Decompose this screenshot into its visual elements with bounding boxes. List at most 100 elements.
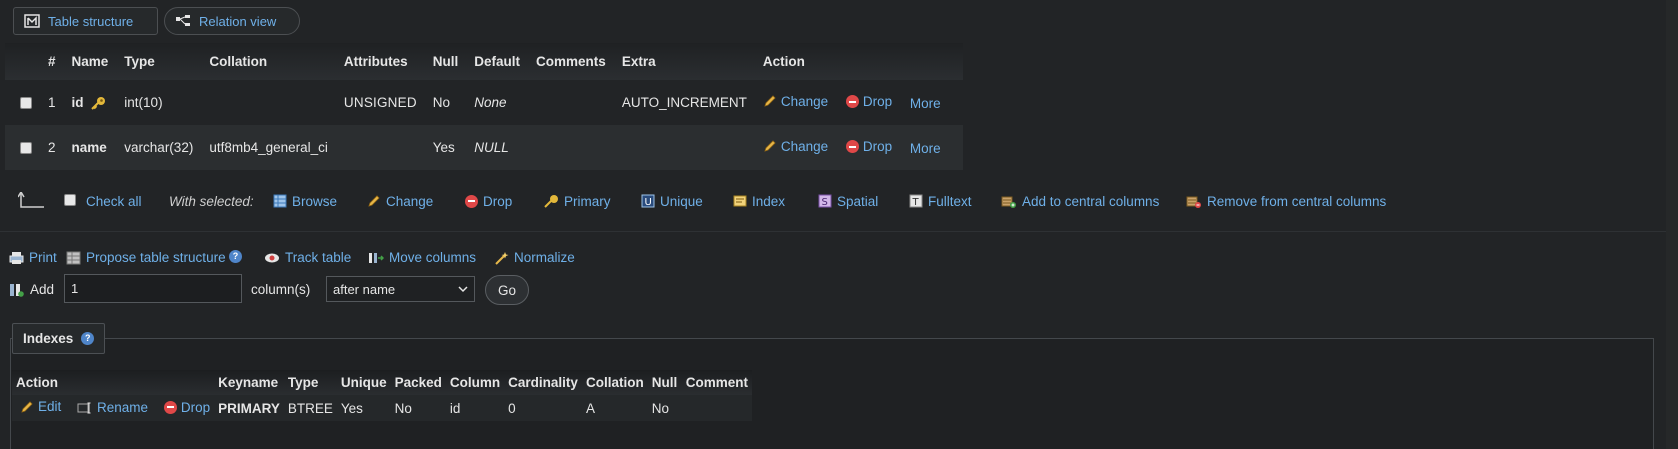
- row-null: Yes: [424, 125, 467, 170]
- primary-key-icon: [91, 97, 106, 110]
- drop-icon: [465, 194, 478, 208]
- row-extra: [613, 125, 755, 170]
- idx-header-comment: Comment: [681, 370, 752, 395]
- chevron-down-icon: [458, 286, 468, 293]
- more-dropdown[interactable]: More: [910, 96, 941, 111]
- header-name: Name: [63, 43, 117, 80]
- pencil-icon: [21, 401, 33, 413]
- spatial-button[interactable]: S Spatial: [818, 194, 878, 209]
- propose-structure-button[interactable]: Propose table structure: [66, 250, 226, 265]
- indexes-legend: Indexes ?: [12, 323, 106, 354]
- table-row: Edit Rename Drop PRIMARY BTREE Yes No id…: [12, 395, 752, 421]
- relation-icon: [176, 15, 190, 26]
- magic-wand-icon: [495, 251, 509, 265]
- go-button[interactable]: Go: [485, 275, 529, 305]
- browse-icon: [273, 194, 287, 208]
- more-dropdown[interactable]: More: [910, 141, 941, 156]
- header-default: Default: [466, 43, 529, 80]
- idx-null: No: [647, 395, 682, 421]
- indexes-help-icon[interactable]: ?: [81, 332, 95, 345]
- remove-central-columns-button[interactable]: Remove from central columns: [1186, 194, 1386, 209]
- column-count-input[interactable]: 1: [64, 274, 242, 303]
- indexes-table: Action Keyname Type Unique Packed Column…: [12, 370, 752, 421]
- row-num: 2: [40, 125, 64, 170]
- header-num: #: [40, 43, 64, 80]
- eye-icon: [265, 253, 279, 262]
- table-structure-icon: [24, 14, 40, 28]
- pencil-icon: [368, 195, 380, 207]
- drop-selected-button[interactable]: Drop: [465, 194, 512, 209]
- idx-header-null: Null: [647, 370, 682, 395]
- row-type: varchar(32): [116, 125, 202, 170]
- columns-unit-label: column(s): [251, 282, 311, 297]
- propose-structure-icon: [66, 251, 81, 264]
- vertical-scrollbar[interactable]: [1666, 0, 1678, 449]
- tab-relation-view-label: Relation view: [199, 13, 277, 29]
- idx-header-action: Action: [12, 370, 215, 395]
- row-num: 1: [40, 80, 64, 125]
- idx-keyname: PRIMARY: [214, 395, 284, 421]
- idx-comment: [681, 395, 752, 421]
- central-columns-add-icon: [1001, 196, 1016, 208]
- fulltext-icon: T: [909, 194, 923, 208]
- check-all-checkbox[interactable]: [64, 194, 76, 206]
- row-name: id: [71, 94, 84, 110]
- rename-icon: [77, 402, 91, 414]
- change-button[interactable]: Change: [763, 139, 828, 154]
- drop-icon: [845, 140, 859, 154]
- row-checkbox[interactable]: [20, 142, 32, 155]
- rename-index-button[interactable]: Rename: [77, 400, 148, 415]
- print-button[interactable]: Print: [9, 250, 57, 265]
- with-selected-bar: Check all With selected: Browse Change D…: [0, 180, 1678, 222]
- header-collation: Collation: [201, 43, 336, 80]
- unique-button[interactable]: U Unique: [641, 194, 703, 209]
- row-checkbox[interactable]: [20, 97, 32, 110]
- table-row: 2 name varchar(32) utf8mb4_general_ci Ye…: [5, 125, 963, 170]
- add-central-columns-button[interactable]: Add to central columns: [1001, 194, 1159, 209]
- idx-cardinality: 0: [504, 395, 582, 421]
- row-extra: AUTO_INCREMENT: [613, 80, 755, 125]
- divider: [0, 231, 1678, 232]
- drop-button[interactable]: Drop: [845, 139, 892, 154]
- row-actions: Change Drop More: [754, 125, 963, 170]
- header-comments: Comments: [528, 43, 614, 80]
- primary-button[interactable]: Primary: [543, 194, 611, 209]
- idx-collation: A: [581, 395, 648, 421]
- idx-actions: Edit Rename Drop: [12, 395, 215, 421]
- row-comments: [528, 80, 614, 125]
- fulltext-button[interactable]: T Fulltext: [909, 194, 972, 209]
- normalize-button[interactable]: Normalize: [494, 250, 575, 265]
- row-null: No: [424, 80, 467, 125]
- row-collation: [201, 80, 336, 125]
- add-columns-label-group: Add: [9, 282, 54, 297]
- tab-table-structure[interactable]: Table structure: [13, 7, 158, 35]
- unique-icon: U: [641, 194, 655, 208]
- column-position-select[interactable]: after name: [326, 276, 475, 302]
- row-attributes: UNSIGNED: [335, 80, 425, 125]
- pencil-icon: [764, 95, 776, 107]
- move-columns-button[interactable]: Move columns: [368, 250, 476, 265]
- tab-relation-view[interactable]: Relation view: [164, 7, 300, 35]
- index-button[interactable]: Index: [733, 194, 785, 209]
- idx-header-keyname: Keyname: [214, 370, 284, 395]
- central-columns-remove-icon: [1186, 196, 1201, 208]
- header-action: Action: [754, 43, 963, 80]
- drop-index-button[interactable]: Drop: [163, 400, 210, 415]
- change-selected-button[interactable]: Change: [367, 194, 433, 209]
- propose-help-icon[interactable]: ?: [229, 250, 242, 263]
- tab-table-structure-label: Table structure: [48, 13, 134, 29]
- drop-button[interactable]: Drop: [845, 94, 892, 109]
- svg-text:S: S: [822, 197, 828, 208]
- idx-header-packed: Packed: [390, 370, 446, 395]
- svg-text:U: U: [645, 197, 652, 208]
- track-table-button[interactable]: Track table: [264, 250, 351, 265]
- idx-header-column: Column: [445, 370, 505, 395]
- add-column-icon: [10, 283, 24, 297]
- header-select: [5, 43, 40, 80]
- edit-index-button[interactable]: Edit: [20, 399, 61, 414]
- browse-button[interactable]: Browse: [273, 194, 337, 209]
- pencil-icon: [764, 140, 776, 152]
- idx-header-unique: Unique: [336, 370, 391, 395]
- change-button[interactable]: Change: [763, 94, 828, 109]
- check-all-link[interactable]: Check all: [86, 194, 142, 209]
